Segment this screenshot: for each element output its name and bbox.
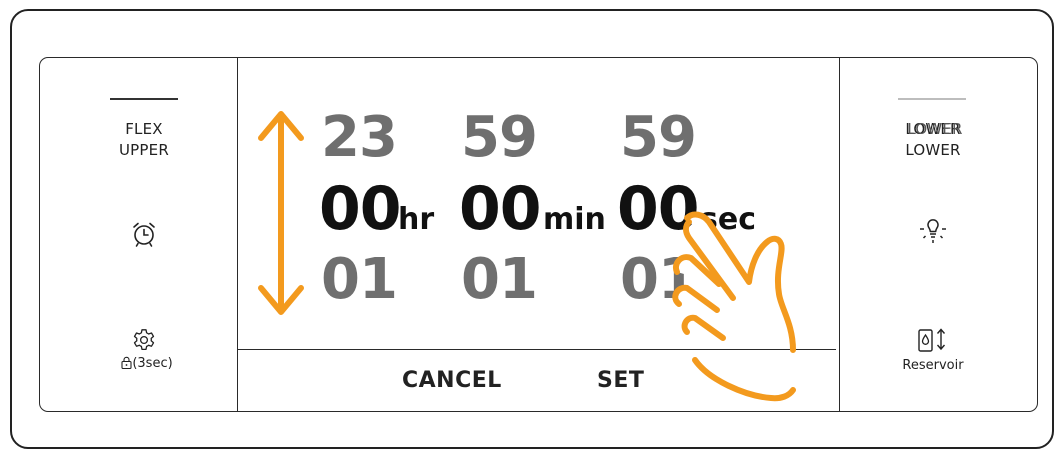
lock-hold-hint: (3sec) — [102, 356, 192, 373]
seconds-prev-value: 59 — [620, 105, 697, 170]
hours-prev-value: 23 — [321, 105, 398, 170]
flex-upper-zone-button[interactable]: FLEX UPPER — [84, 119, 204, 161]
flex-upper-indicator — [110, 98, 178, 100]
light-bulb-icon[interactable] — [916, 217, 950, 255]
lock-icon — [121, 356, 132, 373]
alarm-clock-icon[interactable] — [130, 220, 158, 252]
gear-icon[interactable] — [132, 328, 156, 356]
lower-zone-indicator — [898, 98, 966, 100]
swipe-hand-icon — [665, 200, 835, 419]
control-panel: FLEX UPPER (3sec) LOWER LOWER LOWER Rese… — [39, 57, 1038, 412]
lower-zone-button[interactable]: LOWER LOWER LOWER — [873, 119, 993, 161]
right-divider — [839, 58, 840, 411]
reservoir-icon[interactable] — [917, 326, 949, 358]
left-divider — [237, 58, 238, 411]
minutes-prev-value: 59 — [461, 105, 538, 170]
lock-hold-label: (3sec) — [132, 356, 173, 371]
reservoir-label: Reservoir — [902, 358, 964, 373]
cancel-button[interactable]: CANCEL — [402, 368, 502, 393]
zone-label-line1: LOWER LOWER — [905, 120, 963, 138]
minutes-next-value: 01 — [461, 247, 538, 312]
hours-unit-label: hr — [398, 202, 435, 237]
zone-label-line2: UPPER — [119, 141, 169, 159]
up-down-arrow-icon — [254, 108, 308, 322]
set-button[interactable]: SET — [597, 368, 644, 393]
zone-label-line1: FLEX — [125, 120, 163, 138]
minutes-current-value[interactable]: 00 — [459, 179, 541, 239]
minutes-unit-label: min — [543, 202, 606, 237]
hours-current-value[interactable]: 00 — [319, 179, 401, 239]
hours-next-value: 01 — [321, 247, 398, 312]
zone-label-line2: LOWER — [905, 141, 961, 159]
